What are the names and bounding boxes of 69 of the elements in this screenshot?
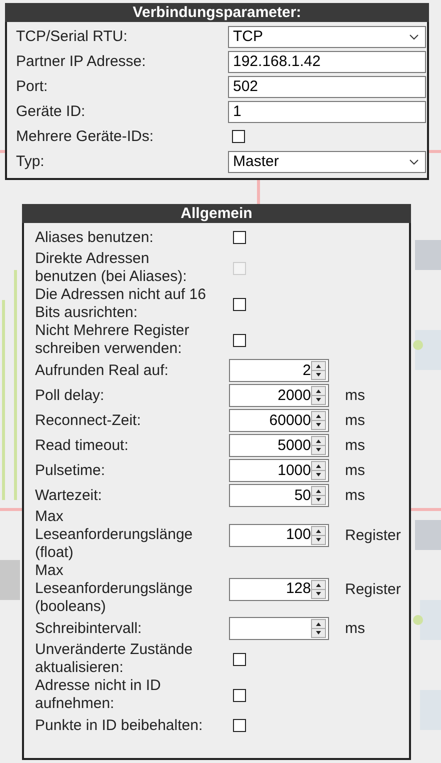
dropdown[interactable]: TCP [228, 26, 426, 48]
unit-label: ms [345, 437, 365, 454]
checkbox[interactable] [233, 334, 246, 346]
unit-label: Register [345, 580, 401, 598]
spinner-icon [311, 361, 326, 380]
field-label: Nicht Mehrere Register schreiben verwenden: [35, 322, 190, 358]
number-field[interactable]: 2 [229, 359, 329, 382]
field-label: Reconnect-Zeit: [35, 412, 142, 430]
field-label: Aufrunden Real auf: [35, 362, 170, 380]
spinner-icon [311, 580, 326, 598]
checkbox[interactable] [233, 688, 246, 702]
checkbox[interactable] [232, 130, 245, 143]
input-field[interactable]: 192.168.1.42 [228, 50, 426, 72]
checkbox[interactable] [233, 298, 246, 310]
input-field[interactable]: 502 [228, 76, 426, 98]
number-field[interactable]: 100 [229, 524, 329, 546]
input-field[interactable]: 1 [228, 100, 426, 122]
unit-label: ms [345, 412, 365, 429]
number-field[interactable] [229, 617, 329, 640]
checkbox[interactable] [233, 652, 246, 666]
field-label: Port: [16, 78, 49, 96]
field-label: Die Adressen nicht auf 16 Bits ausrichten: [35, 286, 207, 322]
caret-icon [409, 34, 419, 40]
number-field[interactable]: 5000 [229, 434, 329, 457]
field-label: Pulsetime: [35, 462, 106, 480]
device-drawing [415, 240, 441, 270]
checkbox[interactable] [233, 719, 246, 732]
number-field[interactable]: 1000 [229, 459, 329, 482]
spinner-icon [311, 619, 326, 638]
spinner-icon [311, 411, 326, 430]
field-label: Schreibintervall: [35, 620, 143, 638]
device-drawing [413, 600, 441, 640]
field-label: Read timeout: [35, 436, 130, 454]
caret-icon [409, 158, 419, 164]
field-label: Wartezeit: [35, 486, 103, 504]
number-field[interactable]: 50 [229, 484, 329, 507]
spinner-icon [311, 526, 326, 544]
device-drawing [413, 330, 441, 370]
field-label: Aliases benutzen: [35, 228, 154, 246]
device-drawing [0, 560, 20, 600]
field-label: Max Leseanforderungslänge (float) [35, 508, 194, 562]
spinner-icon [311, 486, 326, 505]
spinner-icon [311, 386, 326, 405]
field-label: Adresse nicht in ID aufnehmen: [35, 677, 162, 713]
dropdown[interactable]: Master [228, 150, 426, 172]
number-field[interactable]: 128 [229, 578, 329, 600]
field-label: Direkte Adressen benutzen (bei Aliases): [35, 250, 188, 286]
unit-label: ms [345, 487, 365, 504]
unit-label: ms [345, 620, 365, 637]
field-label: Poll delay: [35, 386, 106, 404]
field-label: Geräte ID: [16, 102, 86, 120]
field-label: Typ: [16, 152, 46, 170]
field-label: TCP/Serial RTU: [16, 28, 128, 46]
spinner-icon [311, 436, 326, 455]
field-label: Mehrere Geräte-IDs: [16, 128, 155, 146]
unit-label: ms [345, 462, 365, 479]
device-drawing [415, 520, 441, 550]
panel-title: Allgemein [22, 204, 411, 223]
field-label: Unveränderte Zustände aktualisieren: [35, 641, 194, 677]
unit-label: ms [345, 387, 365, 404]
unit-label: Register [345, 526, 401, 544]
field-label: Partner IP Adresse: [16, 52, 147, 70]
field-label: Max Leseanforderungslänge (booleans) [35, 562, 194, 616]
panel-title: Verbindungsparameter: [5, 3, 429, 22]
number-field[interactable]: 60000 [229, 409, 329, 432]
spinner-icon [311, 461, 326, 480]
field-label: Punkte in ID beibehalten: [35, 716, 204, 734]
number-field[interactable]: 2000 [229, 384, 329, 407]
checkbox[interactable] [233, 231, 246, 244]
